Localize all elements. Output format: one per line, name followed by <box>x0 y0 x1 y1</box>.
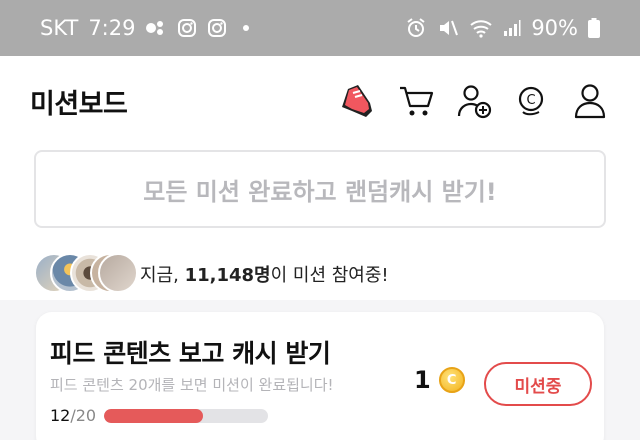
participants-count: 11,148명 <box>184 265 271 286</box>
progress-fill <box>104 408 203 423</box>
app-header: 미션보드 C <box>0 56 640 146</box>
time-label: 7:29 <box>88 16 136 40</box>
mission-card[interactable]: 피드 콘텐츠 보고 캐시 받기 피드 콘텐츠 20개를 보면 미션이 완료됩니다… <box>36 312 604 440</box>
participants-suffix: 이 미션 참여중! <box>270 265 389 286</box>
banner-text: 모든 미션 완료하고 랜덤캐시 받기! <box>143 177 497 206</box>
mission-board-page: 미션보드 C 모든 미션 완료하고 랜덤캐시 받기! 지금, 11,148명이 … <box>0 56 640 440</box>
reward-value: 1 <box>414 366 431 394</box>
page-title: 미션보드 <box>30 88 128 120</box>
shoe-icon[interactable] <box>338 81 378 121</box>
instagram-icon <box>177 18 197 38</box>
mission-reward: 1 C <box>414 366 465 394</box>
cash-icon[interactable]: C <box>512 81 552 121</box>
progress-bar <box>104 408 269 423</box>
battery-icon <box>588 18 600 38</box>
mute-icon <box>437 18 459 38</box>
status-right: 90% <box>405 16 600 40</box>
svg-text:C: C <box>526 93 535 108</box>
participant-avatars <box>34 253 138 295</box>
header-actions: C <box>338 81 610 121</box>
mission-progress: 12/20 <box>50 406 269 425</box>
status-left: SKT 7:29 <box>40 16 250 40</box>
add-friend-icon[interactable] <box>454 81 494 121</box>
profile-icon[interactable] <box>570 81 610 121</box>
participants-row: 지금, 11,148명이 미션 참여중! <box>34 252 389 296</box>
mission-title: 피드 콘텐츠 보고 캐시 받기 <box>50 339 331 368</box>
status-bar: SKT 7:29 90% <box>0 0 640 56</box>
cart-icon[interactable] <box>396 81 436 121</box>
mission-status-button[interactable]: 미션중 <box>484 362 592 406</box>
mission-description: 피드 콘텐츠 20개를 보면 미션이 완료됩니다! <box>50 376 334 394</box>
alarm-icon <box>405 17 427 39</box>
participants-text: 지금, 11,148명이 미션 참여중! <box>140 261 389 287</box>
progress-text: 12/20 <box>50 406 96 425</box>
complete-all-missions-banner[interactable]: 모든 미션 완료하고 랜덤캐시 받기! <box>34 150 606 228</box>
notification-dot <box>243 25 250 31</box>
progress-total: /20 <box>70 406 97 425</box>
participants-prefix: 지금, <box>140 265 185 286</box>
instagram-icon <box>207 18 227 38</box>
coin-icon: C <box>438 367 465 393</box>
carrier-label: SKT <box>40 16 79 40</box>
wifi-icon <box>469 18 493 38</box>
link-icon <box>145 20 167 36</box>
progress-current: 12 <box>50 406 71 425</box>
signal-icon <box>503 19 521 37</box>
avatar <box>98 253 138 293</box>
battery-label: 90% <box>531 16 578 40</box>
coin-symbol: C <box>446 372 457 388</box>
